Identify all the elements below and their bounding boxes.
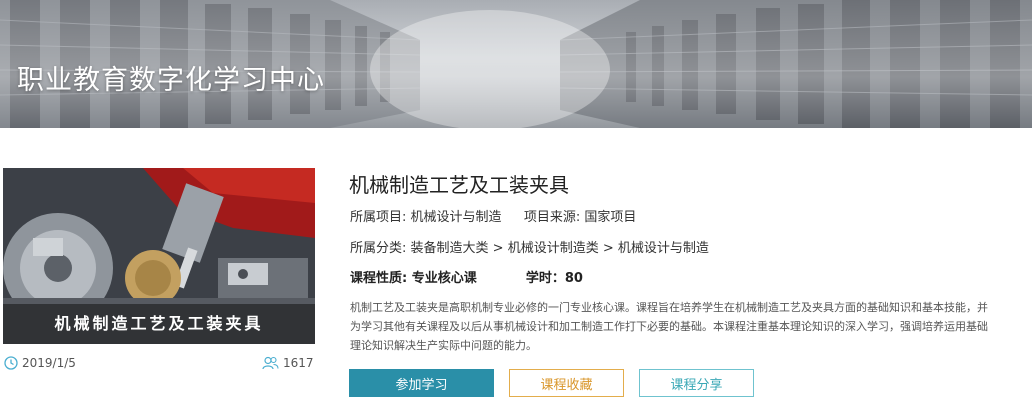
- category-path: 装备制造大类 > 机械设计制造类 > 机械设计与制造: [410, 241, 709, 256]
- project-info: 所属项目: 机械设计与制造 项目来源: 国家项目: [350, 206, 636, 225]
- project-value: 机械设计与制造: [410, 210, 502, 225]
- thumbnail-caption: 机械制造工艺及工装夹具: [3, 304, 315, 344]
- project-label: 所属项目:: [350, 210, 407, 225]
- share-course-button[interactable]: 课程分享: [639, 369, 754, 397]
- favorite-course-button[interactable]: 课程收藏: [509, 369, 624, 397]
- page-title: 职业教育数字化学习中心: [17, 65, 325, 96]
- course-thumbnail[interactable]: 机械制造工艺及工装夹具: [3, 168, 315, 344]
- learner-count-text: 1617: [283, 356, 314, 370]
- nature-label: 课程性质:: [350, 271, 408, 286]
- source-value: 国家项目: [584, 210, 637, 225]
- join-course-button[interactable]: 参加学习: [349, 369, 494, 397]
- header-banner: 职业教育数字化学习中心: [0, 0, 1032, 128]
- course-title: 机械制造工艺及工装夹具: [349, 173, 569, 197]
- course-description: 机制工艺及工装夹是高职机制专业必修的一门专业核心课。课程旨在培养学生在机械制造工…: [350, 301, 988, 352]
- clock-icon: [4, 356, 18, 370]
- publish-date-text: 2019/1/5: [22, 356, 76, 370]
- publish-date: 2019/1/5: [4, 356, 76, 370]
- source-label: 项目来源:: [523, 210, 581, 225]
- category-info: 所属分类: 装备制造大类 > 机械设计制造类 > 机械设计与制造: [350, 237, 709, 256]
- hours-value: 80: [564, 271, 583, 286]
- learner-count: 1617: [262, 356, 314, 370]
- hours-label: 学时：: [525, 271, 565, 286]
- category-label: 所属分类:: [350, 241, 407, 256]
- course-nature-info: 课程性质: 专业核心课 学时：80: [350, 267, 583, 286]
- users-icon: [262, 356, 279, 370]
- nature-value: 专业核心课: [411, 271, 477, 286]
